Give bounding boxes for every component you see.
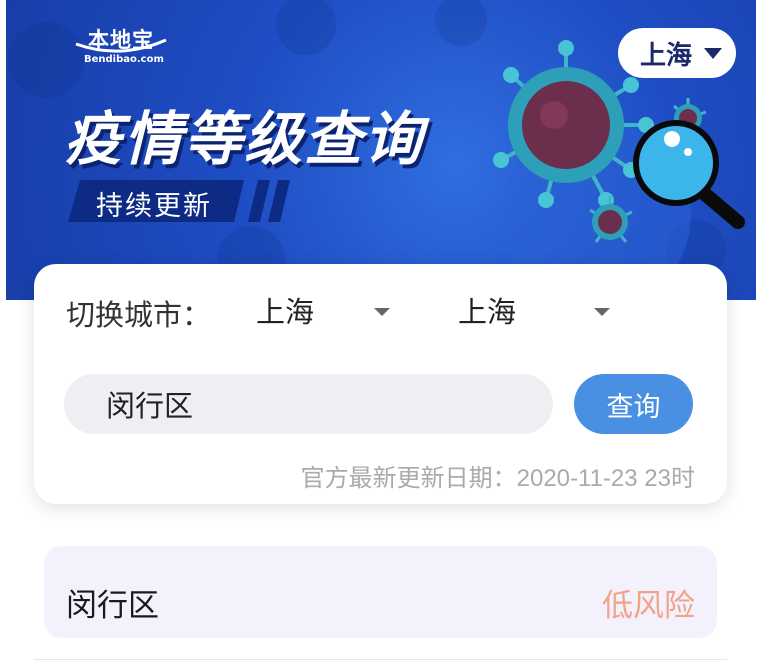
update-tag-label: 持续更新 [96,191,212,222]
result-row: 闵行区 低风险 [44,546,717,638]
city-dropdown[interactable]: 上海 [618,28,736,78]
update-tag: 持续更新 [68,178,308,224]
risk-level-badge: 低风险 [602,588,695,624]
switch-city-label: 切换城市： [66,298,212,332]
result-district: 闵行区 [66,588,159,624]
logo-domain: Bendibao.com [84,54,164,65]
logo-text: 本地宝 [88,28,154,52]
city-select[interactable]: 上海 [458,288,618,332]
page: 本地宝 Bendibao.com 上海 疫情等级查询 持续更新 切换城市： 上海… [0,0,772,662]
province-select-value: 上海 [256,295,315,329]
city-dropdown-label: 上海 [640,40,693,71]
query-button[interactable]: 查询 [574,374,693,434]
bendibao-logo: 本地宝 Bendibao.com [72,18,172,74]
district-input[interactable]: 闵行区 [64,374,553,434]
caret-down-icon [704,47,723,59]
city-select-value: 上海 [458,295,517,329]
update-date-text: 官方最新更新日期：2020-11-23 23时 [300,465,695,492]
search-card: 切换城市： 上海 上海 闵行区 查询 官方最新更新日期：2020-11-23 2… [34,264,727,504]
caret-down-icon [374,308,390,316]
divider [34,659,727,660]
province-select[interactable]: 上海 [256,288,396,332]
hero-banner: 本地宝 Bendibao.com 上海 疫情等级查询 持续更新 [6,0,756,300]
caret-down-icon [594,308,610,316]
page-title: 疫情等级查询 [64,105,425,173]
